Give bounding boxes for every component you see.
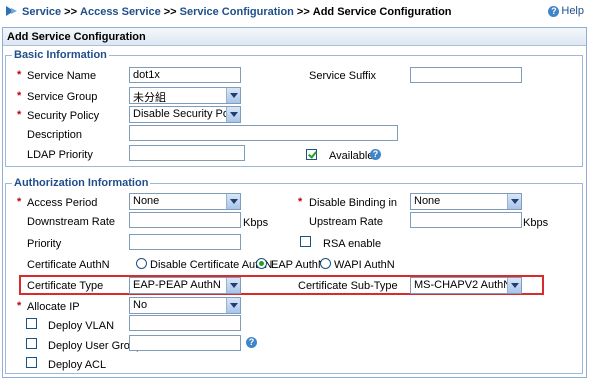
wapi-authn-radio[interactable]: [320, 258, 331, 269]
chevron-down-icon: [226, 298, 240, 313]
ldap-priority-label: LDAP Priority: [27, 149, 93, 161]
chevron-down-icon: [226, 194, 240, 209]
access-period-value: None: [133, 195, 160, 207]
allocate-ip-select[interactable]: No: [129, 297, 241, 314]
authorization-information-legend: Authorization Information: [14, 177, 149, 189]
service-name-label: Service Name: [27, 70, 97, 82]
disable-binding-select[interactable]: None: [410, 193, 522, 210]
eap-authn-radio[interactable]: [256, 258, 267, 269]
security-policy-select[interactable]: Disable Security Policy: [129, 106, 241, 123]
description-label: Description: [27, 129, 83, 141]
required-marker: *: [17, 109, 22, 121]
required-marker: *: [17, 300, 22, 312]
available-label: Available: [329, 150, 374, 162]
disable-certificate-authn-label: Disable Certificate AuthN: [150, 259, 273, 271]
breadcrumb-bar: Service >> Access Service >> Service Configu…: [0, 0, 589, 24]
deploy-user-group-input[interactable]: [129, 335, 241, 351]
security-policy-value: Disable Security Policy: [133, 108, 241, 120]
certificate-type-select[interactable]: EAP-PEAP AuthN: [129, 277, 241, 294]
available-checkbox[interactable]: [306, 149, 317, 160]
allocate-ip-label: Allocate IP: [27, 301, 80, 313]
chevron-down-icon: [226, 278, 240, 293]
deploy-vlan-input[interactable]: [129, 315, 241, 331]
panel-title: Add Service Configuration: [3, 28, 586, 46]
disable-binding-label: Disable Binding in: [309, 197, 398, 209]
certificate-subtype-label: Certificate Sub-Type: [298, 280, 398, 292]
service-group-select[interactable]: 未分組: [129, 87, 241, 104]
security-policy-label: Security Policy: [27, 110, 100, 122]
breadcrumb-service-configuration[interactable]: Service Configuration: [180, 6, 294, 18]
chevron-down-icon: [226, 88, 240, 103]
access-period-label: Access Period: [27, 197, 98, 209]
required-marker: *: [17, 196, 22, 208]
service-group-label: Service Group: [27, 91, 98, 103]
description-input[interactable]: [129, 125, 398, 141]
service-suffix-label: Service Suffix: [309, 70, 377, 82]
deploy-acl-checkbox[interactable]: [26, 357, 37, 368]
breadcrumb-separator: >>: [296, 6, 310, 18]
breadcrumb-arrow-icon: [6, 6, 17, 16]
help-icon[interactable]: ?: [246, 337, 257, 348]
breadcrumb-current: Add Service Configuration: [312, 6, 452, 18]
downstream-rate-input[interactable]: [129, 212, 241, 228]
breadcrumb-access-service[interactable]: Access Service: [80, 6, 161, 18]
disable-binding-value: None: [414, 195, 441, 207]
upstream-rate-input[interactable]: [410, 212, 522, 228]
breadcrumb-separator: >>: [163, 6, 177, 18]
service-group-value: 未分組: [133, 92, 166, 104]
basic-information-legend: Basic Information: [14, 49, 107, 61]
help-link[interactable]: ? Help: [548, 5, 584, 17]
disable-certificate-authn-radio[interactable]: [136, 258, 147, 269]
certificate-type-value: EAP-PEAP AuthN: [133, 279, 221, 291]
breadcrumb-separator: >>: [64, 6, 78, 18]
upstream-rate-label: Upstream Rate: [309, 216, 383, 228]
allocate-ip-value: No: [133, 299, 148, 311]
breadcrumb-service[interactable]: Service: [22, 6, 61, 18]
eap-authn-label: EAP AuthN: [271, 259, 326, 271]
certificate-subtype-value: MS-CHAPV2 AuthN: [414, 279, 512, 291]
upstream-unit: Kbps: [523, 217, 549, 229]
certificate-type-label: Certificate Type: [27, 280, 104, 292]
help-icon: ?: [548, 5, 560, 17]
priority-input[interactable]: [129, 234, 241, 250]
deploy-vlan-label: Deploy VLAN: [48, 320, 115, 332]
service-suffix-input[interactable]: [410, 67, 522, 83]
priority-label: Priority: [27, 238, 62, 250]
chevron-down-icon: [226, 107, 240, 122]
help-label: Help: [561, 5, 584, 17]
chevron-down-icon: [507, 278, 521, 293]
certificate-subtype-select[interactable]: MS-CHAPV2 AuthN: [410, 277, 522, 294]
required-marker: *: [17, 69, 22, 81]
help-icon[interactable]: ?: [370, 149, 381, 160]
required-marker: *: [298, 196, 303, 208]
certificate-authn-label: Certificate AuthN: [27, 259, 110, 271]
rsa-enable-label: RSA enable: [323, 238, 382, 250]
chevron-down-icon: [507, 194, 521, 209]
downstream-unit: Kbps: [243, 217, 269, 229]
service-name-input[interactable]: [129, 67, 241, 83]
access-period-select[interactable]: None: [129, 193, 241, 210]
wapi-authn-label: WAPI AuthN: [334, 259, 395, 271]
deploy-acl-label: Deploy ACL: [48, 359, 107, 371]
ldap-priority-input[interactable]: [129, 145, 245, 161]
deploy-user-group-checkbox[interactable]: [26, 338, 37, 349]
deploy-vlan-checkbox[interactable]: [26, 318, 37, 329]
rsa-enable-checkbox[interactable]: [300, 236, 311, 247]
breadcrumb: Service >> Access Service >> Service Configu…: [22, 6, 452, 18]
required-marker: *: [17, 90, 22, 102]
downstream-rate-label: Downstream Rate: [27, 216, 116, 228]
